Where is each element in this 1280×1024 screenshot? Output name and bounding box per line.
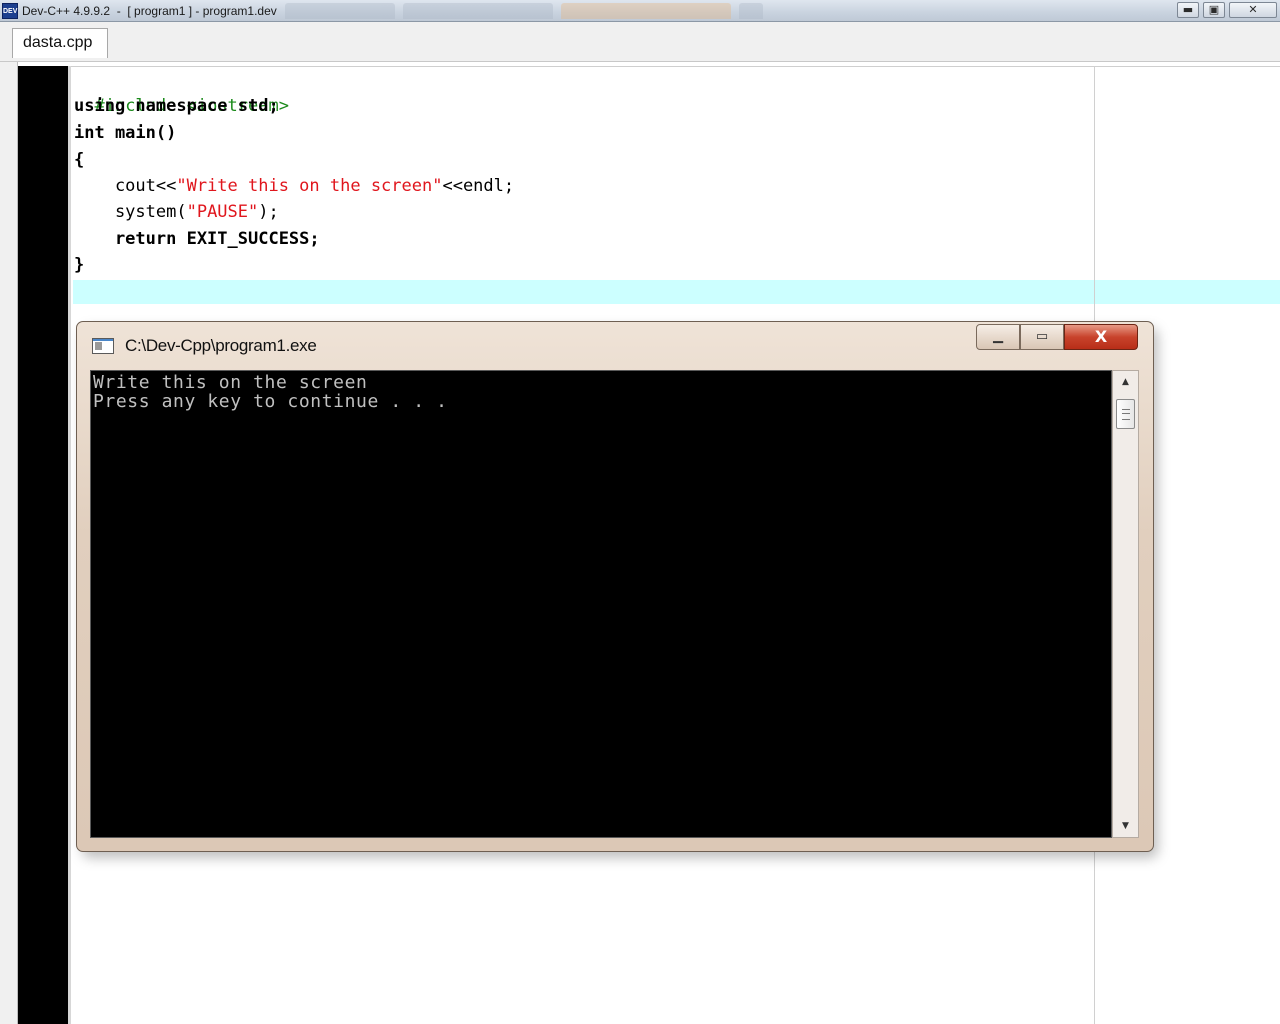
code-line-6: system("PAUSE"); xyxy=(74,199,279,225)
tab-dasta-cpp[interactable]: dasta.cpp xyxy=(12,28,108,58)
system-call-end: ); xyxy=(258,202,279,222)
code-line-1: #include <iostream> xyxy=(74,67,288,116)
code-line-5: cout<<"Write this on the screen"<<endl; xyxy=(74,173,514,199)
console-output-area[interactable]: Write this on the screen Press any key t… xyxy=(90,370,1112,838)
console-close-button[interactable]: X xyxy=(1064,324,1138,350)
string-literal: "Write this on the screen" xyxy=(176,176,443,196)
console-icon xyxy=(92,338,114,354)
console-minimize-button[interactable]: ▁ xyxy=(976,324,1020,350)
ide-title-bar: DEV Dev-C++ 4.9.9.2 - [ program1 ] - pro… xyxy=(0,0,1280,22)
current-line-highlight xyxy=(73,280,1280,304)
background-taskbar-tabs xyxy=(285,3,825,19)
console-window[interactable]: C:\Dev-Cpp\program1.exe ▁ ▭ X Write this… xyxy=(76,321,1154,852)
console-scrollbar[interactable]: ▲ ▼ xyxy=(1112,370,1139,838)
scroll-up-arrow-icon[interactable]: ▲ xyxy=(1113,373,1138,391)
system-call: system( xyxy=(74,202,187,222)
console-output-line-2: Press any key to continue . . . xyxy=(93,391,448,412)
ghost-tab-4 xyxy=(739,3,763,19)
cout-statement: cout<< xyxy=(74,176,177,196)
code-line-4: { xyxy=(74,150,85,170)
dev-cpp-app-icon: DEV xyxy=(2,3,18,19)
ghost-tab-1 xyxy=(285,3,395,19)
close-button[interactable]: ✕ xyxy=(1229,2,1277,18)
code-line-3: int main() xyxy=(74,123,177,143)
ghost-tab-2 xyxy=(403,3,553,19)
endl-part: <<endl; xyxy=(442,176,515,196)
editor-gutter[interactable] xyxy=(18,66,68,1024)
console-output-line-1: Write this on the screen xyxy=(93,372,368,393)
console-maximize-button[interactable]: ▭ xyxy=(1020,324,1064,350)
editor-left-panel xyxy=(0,62,18,1024)
code-line-2: using namespace std; xyxy=(74,96,279,116)
pause-string: "PAUSE" xyxy=(186,202,259,222)
window-title: Dev-C++ 4.9.9.2 - [ program1 ] - program… xyxy=(22,4,277,18)
code-line-7: return EXIT_SUCCESS; xyxy=(74,229,320,249)
file-tab-strip: dasta.cpp xyxy=(0,22,1280,62)
ghost-tab-3 xyxy=(561,3,731,19)
scroll-thumb[interactable] xyxy=(1116,399,1135,429)
minimize-button[interactable]: ▬ xyxy=(1177,2,1199,18)
scroll-down-arrow-icon[interactable]: ▼ xyxy=(1113,817,1138,835)
code-line-8: } xyxy=(74,255,85,275)
console-title: C:\Dev-Cpp\program1.exe xyxy=(125,336,317,355)
restore-button[interactable]: ▣ xyxy=(1203,2,1225,18)
